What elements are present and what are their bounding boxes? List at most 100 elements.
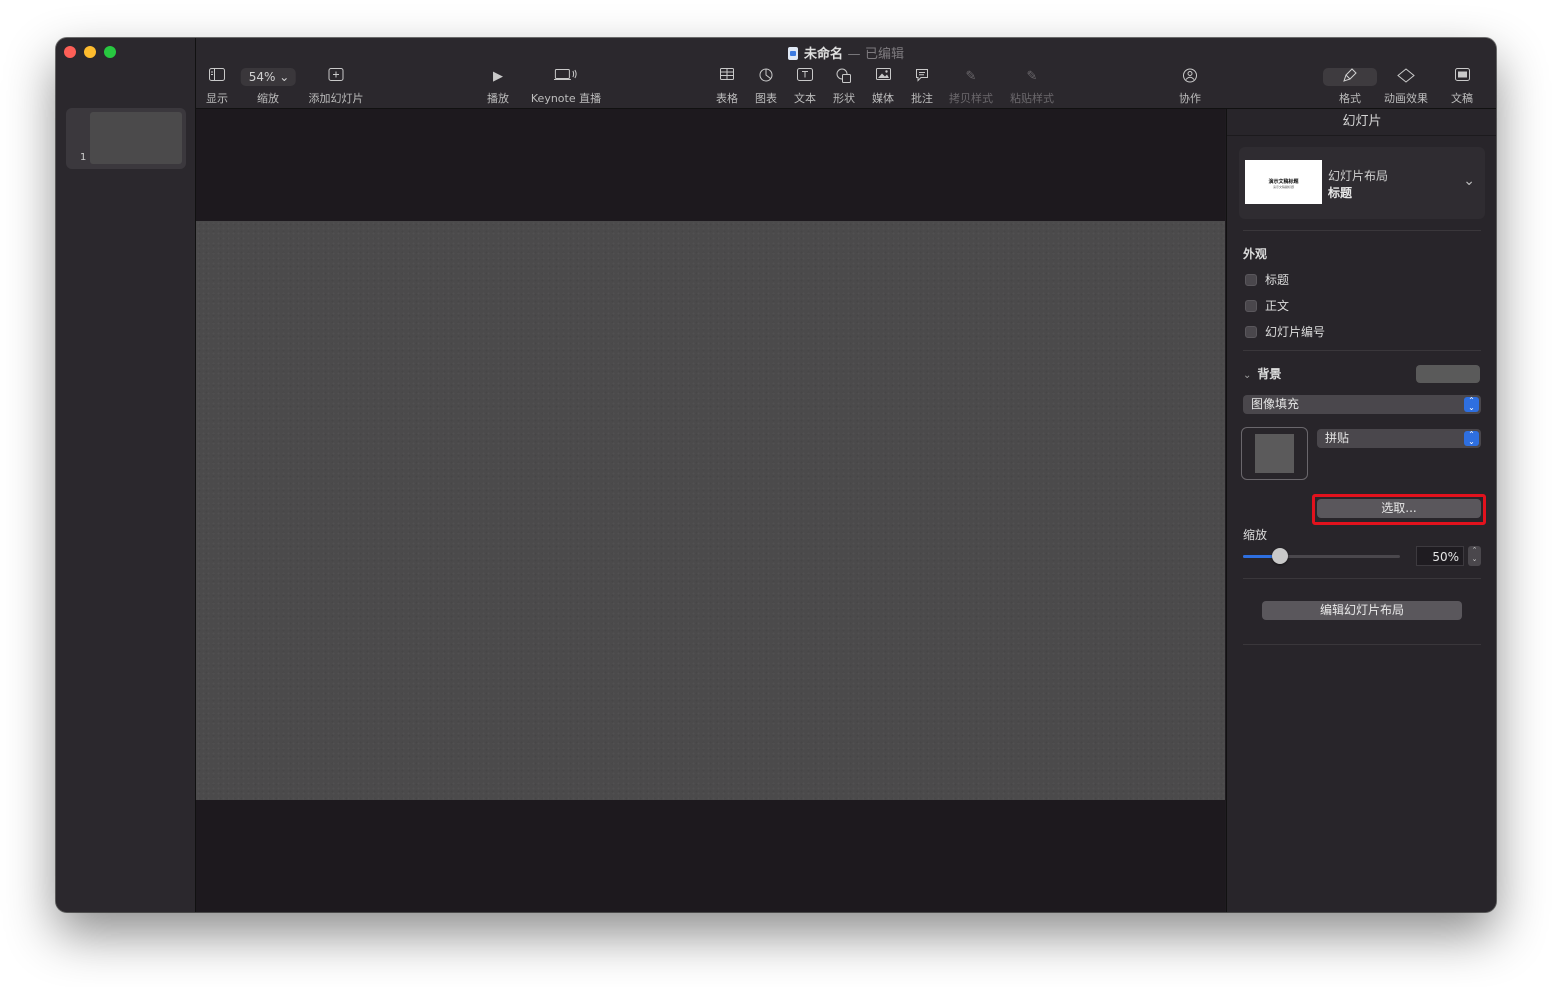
scale-value-field[interactable]: 50% (1416, 546, 1464, 566)
background-color-well[interactable] (1416, 365, 1480, 383)
scale-label: 缩放 (1243, 528, 1268, 542)
animate-button[interactable]: 动画效果 (1384, 68, 1428, 106)
animate-label: 动画效果 (1384, 92, 1428, 105)
slide-number-checkbox-row[interactable]: 幻灯片编号 (1245, 323, 1325, 340)
choose-image-button[interactable]: 选取... (1317, 499, 1481, 518)
format-button[interactable]: 格式 (1323, 68, 1377, 106)
zoom-select[interactable]: 54% ⌄ (240, 68, 296, 86)
edit-slide-layout-button[interactable]: 编辑幻灯片布局 (1262, 601, 1462, 620)
background-image-preview (1255, 434, 1294, 473)
appearance-heading: 外观 (1243, 247, 1268, 261)
zoom-menu[interactable]: 54% ⌄ 缩放 (240, 68, 296, 106)
fill-type-value: 图像填充 (1251, 397, 1300, 411)
edited-status: 已编辑 (865, 47, 905, 62)
text-box-icon (794, 68, 816, 86)
body-checkbox-row[interactable]: 正文 (1245, 297, 1289, 314)
text-button[interactable]: 文本 (794, 68, 816, 106)
add-slide-icon (309, 68, 364, 86)
copy-style-button[interactable]: ✎ 拷贝样式 (949, 68, 993, 106)
title-checkbox[interactable] (1245, 273, 1257, 286)
keynote-live-icon (531, 68, 601, 86)
document-label: 文稿 (1451, 92, 1473, 105)
chart-label: 图表 (755, 92, 777, 105)
chart-icon (755, 68, 777, 86)
chevron-down-icon: ⌄ (279, 70, 290, 84)
scale-stepper[interactable]: ⌃ ⌄ (1468, 546, 1481, 566)
image-mode-select[interactable]: 拼贴 ⌃ ⌄ (1317, 429, 1481, 448)
paintbrush-icon (1323, 68, 1377, 86)
divider (1243, 578, 1481, 579)
view-button[interactable]: 显示 (206, 68, 228, 106)
slide-number-checkbox[interactable] (1245, 325, 1257, 338)
current-slide[interactable] (196, 221, 1225, 800)
background-heading: 背景 (1257, 367, 1282, 381)
paste-style-label: 粘贴样式 (1010, 92, 1054, 105)
divider (1243, 644, 1481, 645)
diamond-icon (1384, 68, 1428, 86)
chevron-down-icon: ⌄ (1243, 370, 1252, 381)
inspector-title: 幻灯片 (1227, 109, 1496, 136)
chart-button[interactable]: 图表 (755, 68, 777, 106)
play-button[interactable]: ▶ 播放 (487, 68, 509, 106)
layout-thumbnail: 演示文稿标题 演示文稿副标题 (1245, 160, 1322, 204)
shape-button[interactable]: 形状 (833, 68, 855, 106)
collaborate-label: 协作 (1179, 92, 1201, 105)
scale-slider[interactable] (1243, 555, 1400, 558)
keynote-document-icon (787, 47, 798, 60)
layout-name: 标题 (1328, 186, 1353, 200)
text-label: 文本 (794, 92, 816, 105)
slide-navigator: 1 (56, 38, 196, 912)
media-button[interactable]: 媒体 (872, 68, 894, 106)
window-title: 未命名 — 已编辑 (196, 43, 1496, 62)
background-image-well[interactable] (1241, 427, 1308, 480)
slide-layout-selector[interactable]: 演示文稿标题 演示文稿副标题 幻灯片布局 标题 ⌄ (1239, 147, 1485, 219)
layout-thumbnail-subtitle: 演示文稿副标题 (1272, 185, 1294, 189)
fill-type-select[interactable]: 图像填充 ⌃ ⌄ (1243, 395, 1481, 414)
scale-slider-knob[interactable] (1272, 548, 1288, 564)
copy-style-label: 拷贝样式 (949, 92, 993, 105)
table-icon (716, 68, 738, 86)
table-label: 表格 (716, 92, 738, 105)
minimize-window-button[interactable] (84, 46, 96, 58)
paste-style-button[interactable]: ✎ 粘贴样式 (1010, 68, 1054, 106)
paintbrush-icon: ✎ (965, 69, 977, 84)
divider (1243, 350, 1481, 351)
zoom-value: 54% (248, 70, 276, 84)
window-controls (64, 46, 116, 58)
slide-thumbnail-1[interactable]: 1 (66, 108, 186, 169)
select-arrows-icon: ⌃ ⌄ (1464, 397, 1479, 412)
zoom-window-button[interactable] (104, 46, 116, 58)
play-icon: ▶ (493, 69, 503, 84)
keynote-live-label: Keynote 直播 (530, 92, 602, 105)
document-name: 未命名 (803, 47, 843, 62)
sidebar-icon (206, 68, 228, 86)
close-window-button[interactable] (64, 46, 76, 58)
document-icon (1451, 68, 1473, 86)
add-slide-button[interactable]: 添加幻灯片 (309, 68, 364, 106)
photo-icon (872, 68, 894, 86)
slide-number-checkbox-label: 幻灯片编号 (1265, 325, 1326, 339)
document-button[interactable]: 文稿 (1451, 68, 1473, 106)
comment-label: 批注 (911, 92, 933, 105)
view-label: 显示 (206, 92, 228, 105)
media-label: 媒体 (872, 92, 894, 105)
layout-label: 幻灯片布局 (1328, 169, 1389, 183)
select-arrows-icon: ⌃ ⌄ (1464, 431, 1479, 446)
comment-button[interactable]: 批注 (911, 68, 933, 106)
zoom-label: 缩放 (257, 92, 279, 105)
keynote-window: 1 未命名 — 已编辑 显示 54% ⌄ 缩放 添加幻灯片 ▶ 播放 Keyno… (56, 38, 1496, 912)
title-checkbox-label: 标题 (1265, 273, 1290, 287)
image-mode-value: 拼贴 (1325, 431, 1350, 445)
format-inspector: 幻灯片 演示文稿标题 演示文稿副标题 幻灯片布局 标题 ⌄ 外观 标题 正文 幻… (1226, 109, 1496, 912)
shape-icon (833, 68, 855, 86)
collaborate-button[interactable]: 协作 (1179, 68, 1201, 106)
layout-thumbnail-title: 演示文稿标题 (1268, 179, 1299, 185)
body-checkbox[interactable] (1245, 299, 1257, 312)
background-section-toggle[interactable]: ⌄ 背景 (1243, 365, 1281, 382)
divider (1243, 230, 1481, 231)
shape-label: 形状 (833, 92, 855, 105)
title-checkbox-row[interactable]: 标题 (1245, 271, 1289, 288)
slide-number: 1 (80, 152, 87, 163)
table-button[interactable]: 表格 (716, 68, 738, 106)
keynote-live-button[interactable]: Keynote 直播 (531, 68, 601, 106)
